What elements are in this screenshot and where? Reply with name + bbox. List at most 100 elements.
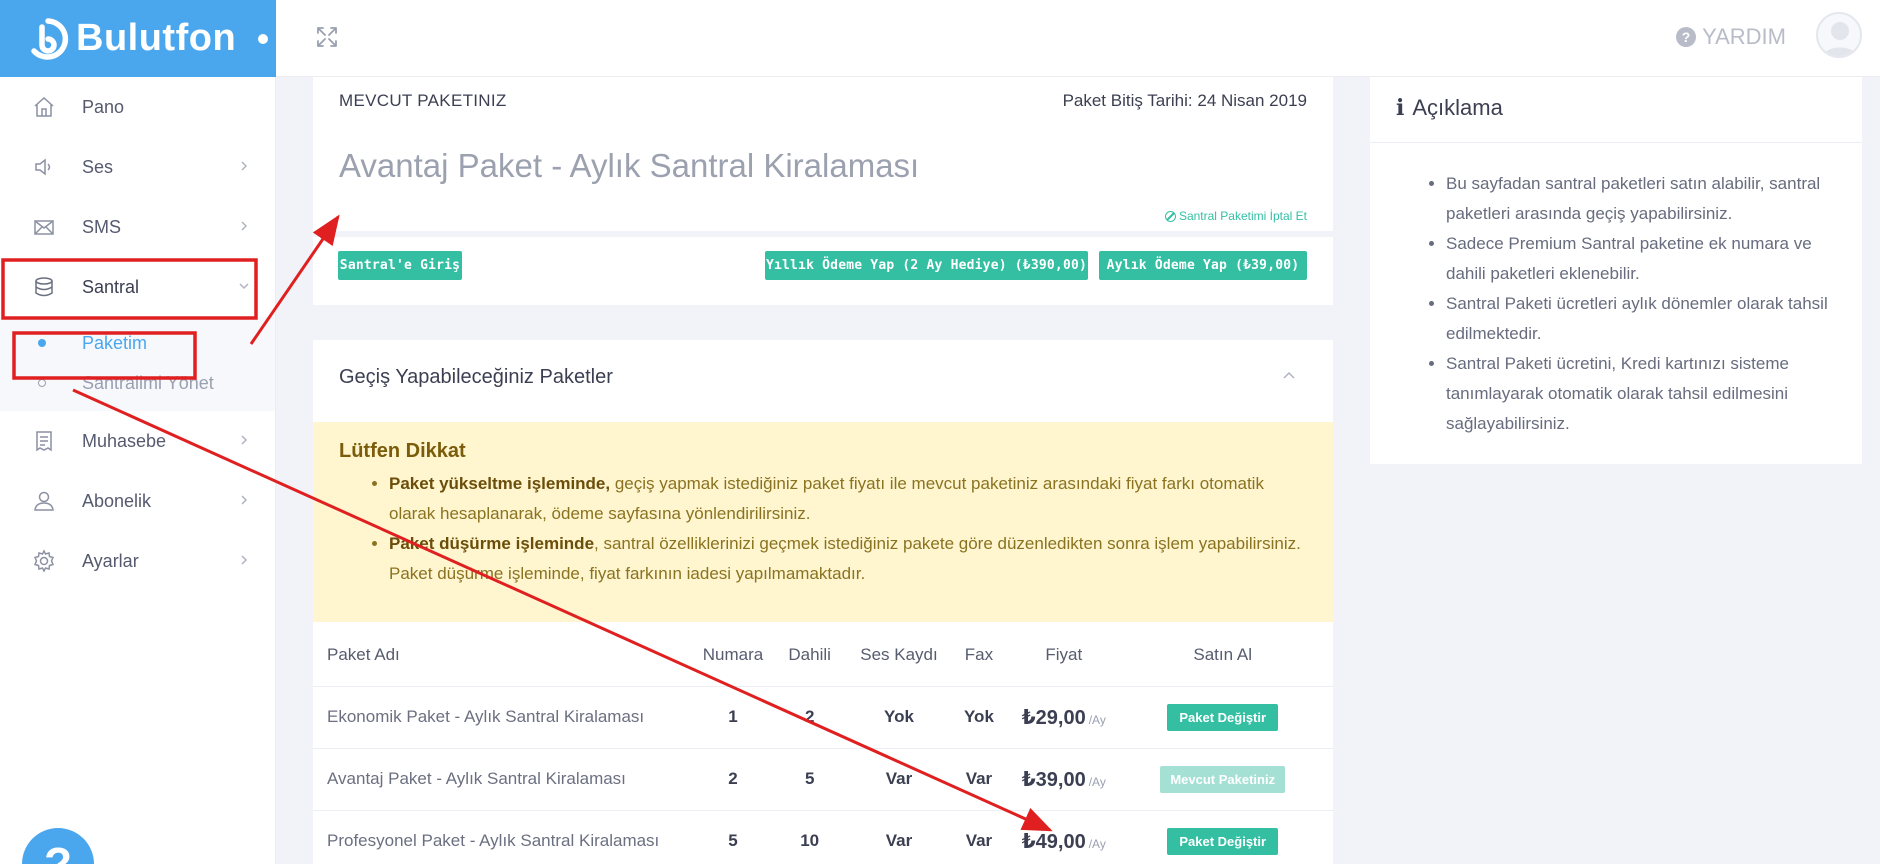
dahili-value: 2 [778, 685, 842, 748]
price-cell: ₺49,00/Ay [1001, 809, 1127, 864]
table-header-row: Paket Adı Numara Dahili Ses Kaydı Fax Fi… [313, 624, 1333, 686]
ses-kaydi-value: Var [841, 747, 957, 810]
table-row: Ekonomik Paket - Aylık Santral Kiralamas… [313, 685, 1333, 748]
package-name: Profesyonel Paket - Aylık Santral Kirala… [313, 809, 688, 864]
column-header: Satın Al [1193, 644, 1252, 664]
sidebar-subitem-santralimi-yonet[interactable]: Santralimi Yönet [0, 363, 275, 403]
ban-icon [1164, 210, 1176, 222]
sidebar-item-ayarlar[interactable]: Ayarlar [0, 531, 275, 591]
receipt-icon [32, 429, 56, 453]
sidebar-item-label: Muhasebe [82, 430, 167, 451]
column-header: Numara [702, 644, 764, 664]
sidebar-item-label: Pano [82, 96, 125, 117]
alert-item-bold: Paket düşürme işleminde [389, 534, 595, 553]
alert-list: Paket yükseltme işleminde, geçiş yapmak … [339, 469, 1307, 589]
table-row: Profesyonel Paket - Aylık Santral Kirala… [313, 809, 1333, 864]
brand-dot [258, 33, 269, 44]
explanation-item: Santral Paketi ücretleri aylık dönemler … [1446, 289, 1845, 349]
column-header: Paket Adı [327, 644, 400, 664]
home-icon [32, 95, 56, 119]
numara-value: 2 [688, 747, 779, 810]
cancel-package-link[interactable]: Santral Paketimi İptal Et [1164, 209, 1307, 223]
alert-item: Paket düşürme işleminde, santral özellik… [389, 529, 1307, 589]
santral-submenu: Paketim Santralimi Yönet [0, 317, 275, 411]
gear-icon [32, 549, 56, 573]
fax-value: Var [956, 809, 1002, 864]
explanation-header: i Açıklama [1396, 95, 1503, 121]
price-period: /Ay [1088, 774, 1106, 789]
price-value: ₺49,00 [1021, 830, 1086, 853]
sidebar-item-abonelik[interactable]: Abonelik [0, 471, 275, 531]
warning-alert: Lütfen Dikkat Paket yükseltme işleminde,… [313, 422, 1333, 622]
top-bar: ? YARDIM [276, 0, 1880, 77]
change-package-button[interactable]: Paket Değiştir [1167, 827, 1279, 855]
alert-item-bold: Paket yükseltme işleminde, [389, 474, 611, 493]
chevron-down-icon [237, 279, 251, 293]
chevron-up-icon[interactable] [1281, 368, 1297, 384]
chevron-right-icon [237, 553, 251, 567]
current-package-label: MEVCUT PAKETINIZ [339, 91, 507, 110]
explanation-card: i Açıklama Bu sayfadan santral paketleri… [1370, 77, 1862, 464]
expand-icon[interactable] [316, 26, 338, 48]
ses-kaydi-value: Var [841, 809, 957, 864]
sidebar-item-label: Santral [82, 276, 140, 297]
price-cell: ₺29,00/Ay [1001, 685, 1127, 748]
switch-packages-card: Geçiş Yapabileceğiniz Paketler Lütfen Di… [313, 340, 1333, 864]
change-package-button[interactable]: Paket Değiştir [1167, 703, 1279, 731]
packages-table: Paket Adı Numara Dahili Ses Kaydı Fax Fi… [313, 624, 1333, 864]
sidebar-item-label: Abonelik [82, 490, 152, 511]
info-icon: i [1396, 95, 1405, 121]
sidebar-item-muhasebe[interactable]: Muhasebe [0, 411, 275, 471]
column-header: Fax [964, 644, 994, 664]
bulutfon-logo-icon [26, 17, 70, 61]
ses-kaydi-value: Yok [841, 685, 957, 748]
chevron-right-icon [237, 219, 251, 233]
chevron-right-icon [237, 433, 251, 447]
price-cell: ₺39,00/Ay [1001, 747, 1127, 810]
monthly-payment-button[interactable]: Aylık Ödeme Yap (₺39,00) [1099, 251, 1307, 280]
fax-value: Yok [956, 685, 1002, 748]
dahili-value: 10 [778, 809, 842, 864]
chat-question-icon: ? [43, 838, 73, 864]
current-package-button: Mevcut Paketiniz [1160, 765, 1286, 793]
explanation-list: Bu sayfadan santral paketleri satın alab… [1420, 169, 1845, 439]
price-period: /Ay [1088, 836, 1106, 851]
sidebar-subitem-paketim[interactable]: Paketim [0, 323, 275, 363]
question-icon: ? [1676, 27, 1697, 47]
table-row: Avantaj Paket - Aylık Santral Kiralaması… [313, 747, 1333, 810]
sidebar-item-pano[interactable]: Pano [0, 77, 275, 137]
sidebar-subitem-label: Santralimi Yönet [82, 372, 214, 393]
avatar[interactable] [1816, 12, 1862, 58]
divider [1370, 142, 1862, 143]
fax-value: Var [956, 747, 1002, 810]
column-header: Dahili [788, 644, 831, 664]
explanation-item: Santral Paketi ücretini, Kredi kartınızı… [1446, 349, 1845, 439]
sidebar-item-santral[interactable]: Santral [0, 257, 275, 317]
package-name: Ekonomik Paket - Aylık Santral Kiralamas… [313, 685, 688, 748]
user-icon [32, 489, 56, 513]
alert-item: Paket yükseltme işleminde, geçiş yapmak … [389, 469, 1307, 529]
sidebar-item-sms[interactable]: SMS [0, 197, 275, 257]
package-name: Avantaj Paket - Aylık Santral Kiralaması [313, 747, 688, 810]
current-package-card: MEVCUT PAKETINIZ Paket Bitiş Tarihi: 24 … [313, 77, 1333, 305]
price-value: ₺29,00 [1021, 706, 1086, 729]
sidebar-subitem-label: Paketim [82, 332, 148, 353]
envelope-icon [32, 215, 56, 239]
sidebar-item-ses[interactable]: Ses [0, 137, 275, 197]
santral-login-button[interactable]: Santral'e Giriş [338, 251, 462, 280]
action-cell: Mevcut Paketiniz [1126, 747, 1333, 810]
sidebar: Pano Ses SMS Santral Paketim Santralimi … [0, 77, 276, 864]
active-dot-icon [38, 339, 46, 347]
sidebar-item-label: Ses [82, 156, 114, 177]
sidebar-item-label: SMS [82, 216, 122, 237]
switch-packages-title: Geçiş Yapabileceğiniz Paketler [339, 366, 613, 388]
cancel-package-label: Santral Paketimi İptal Et [1178, 209, 1307, 223]
help-button[interactable]: ? YARDIM [1676, 24, 1786, 50]
chevron-right-icon [237, 493, 251, 507]
column-header: Ses Kaydı [860, 644, 938, 664]
explanation-title: Açıklama [1412, 95, 1503, 120]
brand-area[interactable]: Bulutfon [0, 0, 276, 77]
yearly-payment-button[interactable]: Yıllık Ödeme Yap (2 Ay Hediye) (₺390,00) [765, 251, 1088, 280]
help-label: YARDIM [1702, 24, 1786, 49]
column-header: Fiyat [1045, 644, 1083, 664]
